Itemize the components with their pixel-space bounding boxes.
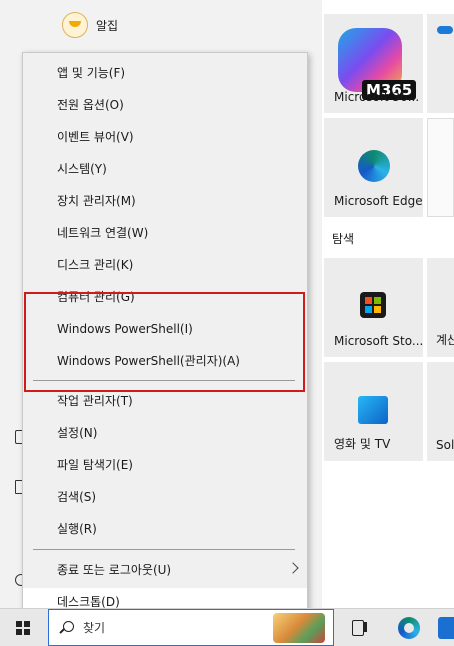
tile-photo-preview-partial[interactable] (427, 118, 454, 217)
tile-label: Microsoft Edge (334, 194, 423, 208)
menu-item-file-explorer[interactable]: 파일 탐색기(E) (23, 451, 307, 479)
menu-item-search[interactable]: 검색(S) (23, 483, 307, 511)
menu-separator (33, 380, 295, 381)
power-user-context-menu: 앱 및 기능(F) 전원 옵션(O) 이벤트 뷰어(V) 시스템(Y) 장치 관… (22, 52, 308, 618)
search-highlight-image (273, 613, 325, 643)
tile-label: Soli (436, 438, 454, 452)
menu-item-apps-features[interactable]: 앱 및 기능(F) (23, 59, 307, 87)
movies-play-icon (358, 396, 388, 424)
menu-item-task-manager[interactable]: 작업 관리자(T) (23, 387, 307, 415)
store-bag-icon (360, 292, 386, 318)
tile-solitaire-partial[interactable]: Soli (427, 362, 454, 461)
tiles-section-title: 탐색 (332, 232, 355, 246)
menu-item-powershell-admin[interactable]: Windows PowerShell(관리자)(A) (23, 347, 307, 375)
start-tiles-panel: M365 Microsoft 36... Microsoft Edge Micr… (322, 0, 454, 608)
menu-item-computer-management[interactable]: 컴퓨터 관리(G) (23, 283, 307, 311)
search-icon (63, 621, 74, 632)
tile-label: 계산 (436, 333, 454, 347)
tile-label: Microsoft 36... (334, 90, 420, 104)
app-label: 알집 (96, 18, 119, 33)
menu-item-label: 종료 또는 로그아웃(U) (57, 563, 172, 577)
tile-onedrive-partial[interactable] (427, 14, 454, 113)
edge-icon (358, 150, 390, 182)
tile-label: 영화 및 TV (334, 437, 391, 451)
windows-start-icon[interactable] (16, 621, 30, 635)
chevron-right-icon (287, 562, 299, 574)
search-placeholder: 찾기 (83, 621, 106, 635)
cloud-icon (437, 26, 453, 34)
menu-item-device-manager[interactable]: 장치 관리자(M) (23, 187, 307, 215)
tile-calculator-partial[interactable]: 계산 (427, 258, 454, 357)
tile-microsoft-store[interactable]: Microsoft Sto... (324, 258, 423, 357)
tile-movies-tv[interactable]: 영화 및 TV (324, 362, 423, 461)
menu-separator (33, 549, 295, 550)
menu-item-system[interactable]: 시스템(Y) (23, 155, 307, 183)
tile-microsoft-365[interactable]: M365 Microsoft 36... (324, 14, 423, 113)
menu-item-disk-management[interactable]: 디스크 관리(K) (23, 251, 307, 279)
menu-item-power-options[interactable]: 전원 옵션(O) (23, 91, 307, 119)
taskbar-app-icon[interactable] (438, 617, 454, 639)
edge-icon[interactable] (398, 617, 420, 639)
aljip-app-icon (62, 12, 88, 38)
app-list-item-aljip[interactable]: 알집 (62, 12, 118, 38)
taskbar-search-box[interactable]: 찾기 (48, 609, 334, 646)
menu-item-event-viewer[interactable]: 이벤트 뷰어(V) (23, 123, 307, 151)
tile-label: Microsoft Sto... (334, 334, 424, 348)
taskbar: 찾기 (0, 608, 454, 646)
menu-item-network-connections[interactable]: 네트워크 연결(W) (23, 219, 307, 247)
menu-item-shutdown-signout[interactable]: 종료 또는 로그아웃(U) (23, 556, 307, 584)
task-view-icon[interactable] (350, 619, 368, 636)
menu-item-run[interactable]: 실행(R) (23, 515, 307, 543)
menu-item-settings[interactable]: 설정(N) (23, 419, 307, 447)
tile-microsoft-edge[interactable]: Microsoft Edge (324, 118, 423, 217)
menu-item-powershell[interactable]: Windows PowerShell(I) (23, 315, 307, 343)
